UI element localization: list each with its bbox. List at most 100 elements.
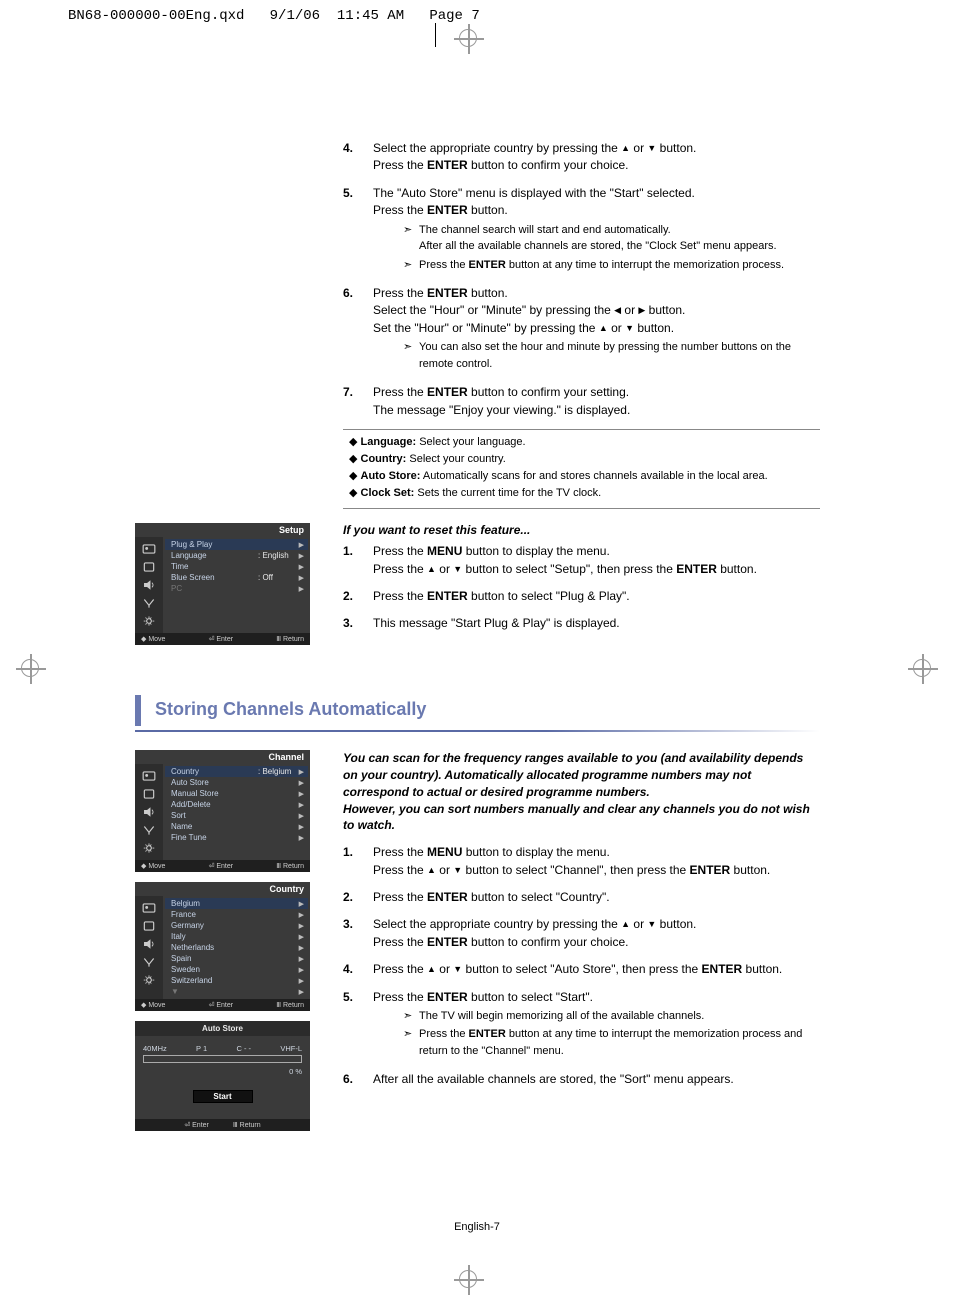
step-body: Press the ENTER button to select "Start"… <box>373 989 820 1062</box>
step-line: Press the ▲ or ▼ button to select "Setup… <box>373 561 757 578</box>
step-line: Select the appropriate country by pressi… <box>373 916 696 933</box>
caret-right-icon: ▶ <box>298 801 304 809</box>
step-line: Select the appropriate country by pressi… <box>373 140 696 157</box>
caret-right-icon: ▶ <box>298 552 304 560</box>
step-note-text: The TV will begin memorizing all of the … <box>419 1008 704 1025</box>
register-mark-right <box>908 654 938 684</box>
osd-foot-enter: ⏎ Enter <box>209 862 234 870</box>
caret-right-icon: ▶ <box>298 977 304 985</box>
step-line: After all the available channels are sto… <box>373 1071 734 1088</box>
reset-heading: If you want to reset this feature... <box>343 523 820 537</box>
caret-right-icon: ▶ <box>298 933 304 941</box>
osd-row: Switzerland ▶ <box>165 975 308 986</box>
osd-row: Netherlands▶ <box>165 942 308 953</box>
osd-row: Time▶ <box>165 561 308 572</box>
page-prefix: Page <box>429 8 463 24</box>
osd-row-value: : Off <box>258 573 298 582</box>
osd-row-label: Blue Screen <box>171 573 258 582</box>
osd-row-label: Spain <box>171 954 258 963</box>
osd-row-label: France <box>171 910 258 919</box>
page-number: 7 <box>471 8 479 24</box>
osd-row: Manual Store▶ <box>165 788 308 799</box>
osd-auto-freq: 40MHz <box>143 1044 167 1053</box>
step-item: 1.Press the MENU button to display the m… <box>343 844 820 879</box>
osd-footer: ⏎ EnterⅢ Return <box>135 1119 310 1131</box>
caret-right-icon: ▶ <box>298 922 304 930</box>
osd-auto-start-button: Start <box>193 1090 253 1103</box>
reset-steps: 1.Press the MENU button to display the m… <box>343 543 820 633</box>
step-line: This message "Start Plug & Play" is disp… <box>373 615 620 632</box>
step-number: 1. <box>343 844 373 879</box>
caret-right-icon: ▶ <box>298 812 304 820</box>
step-note-text: The channel search will start and end au… <box>419 222 777 255</box>
note-arrow-icon: ➣ <box>403 257 419 274</box>
sound-icon <box>142 920 156 932</box>
step-number: 4. <box>343 961 373 978</box>
file-date: 9/1/06 <box>270 8 320 24</box>
register-mark-top <box>454 24 484 54</box>
step-number: 4. <box>343 140 373 175</box>
osd-icon-rail <box>135 537 163 633</box>
step-line: Press the MENU button to display the men… <box>373 844 770 861</box>
section2-body: Channel Country: Belgium▶Auto Store▶Manu… <box>135 750 820 1131</box>
osd-row: Add/Delete▶ <box>165 799 308 810</box>
osd-row-label: ▼ <box>171 987 258 996</box>
osd-rows: Belgium▶France▶Germany▶Italy▶Netherlands… <box>163 896 310 999</box>
step-item: 2.Press the ENTER button to select "Coun… <box>343 889 820 906</box>
osd-row: Country: Belgium▶ <box>165 766 308 777</box>
osd-auto-store: Auto Store40MHzP 1C - -VHF-L0 %Start⏎ En… <box>135 1021 310 1131</box>
gear-icon <box>142 974 156 986</box>
step-number: 2. <box>343 889 373 906</box>
step-item: 5.Press the ENTER button to select "Star… <box>343 989 820 1062</box>
osd-title: Country <box>135 882 310 896</box>
step-number: 7. <box>343 384 373 419</box>
osd-title: Channel <box>135 750 310 764</box>
step-item: 2.Press the ENTER button to select "Plug… <box>343 588 820 605</box>
osd-row: Auto Store▶ <box>165 777 308 788</box>
step-body: Press the ENTER button to select "Plug &… <box>373 588 630 605</box>
step-number: 6. <box>343 1071 373 1088</box>
osd-row-label: Fine Tune <box>171 833 258 842</box>
picture-icon <box>142 543 156 555</box>
caret-right-icon: ▶ <box>298 574 304 582</box>
osd-row-label: PC <box>171 584 258 593</box>
definition-bullets: ◆ Language: Select your language.◆ Count… <box>343 429 820 509</box>
osd-row-label: Switzerland <box>171 976 258 985</box>
caret-right-icon: ▶ <box>298 900 304 908</box>
page-content: 4.Select the appropriate country by pres… <box>135 140 820 1131</box>
section-heading: Storing Channels Automatically <box>155 695 426 726</box>
step-body: Press the ENTER button to select "Countr… <box>373 889 610 906</box>
step-body: Press the ENTER button to confirm your s… <box>373 384 630 419</box>
step-note-row: ➣The TV will begin memorizing all of the… <box>403 1008 820 1025</box>
step-line: Press the ENTER button. <box>373 202 784 219</box>
step-item: 1.Press the MENU button to display the m… <box>343 543 820 578</box>
osd-country-menu: Country Belgium▶France▶Germany▶Italy▶Net… <box>135 882 310 1011</box>
caret-right-icon: ▶ <box>298 911 304 919</box>
note-arrow-icon: ➣ <box>403 339 419 356</box>
osd-setup-menu: Setup Plug & Play▶Language: English▶Time… <box>135 523 310 645</box>
page: { "header": { "file": "BN68-000000-00Eng… <box>0 0 954 1313</box>
osd-row: PC ▶ <box>165 583 308 594</box>
caret-right-icon: ▶ <box>298 585 304 593</box>
osd-auto-percent: 0 % <box>143 1067 302 1076</box>
caret-right-icon: ▶ <box>298 563 304 571</box>
caret-right-icon: ▶ <box>298 541 304 549</box>
osd-row-label: Country <box>171 767 258 776</box>
step-item: 4.Press the ▲ or ▼ button to select "Aut… <box>343 961 820 978</box>
osd-footer: ◆ Move⏎ EnterⅢ Return <box>135 999 310 1011</box>
step-line: Press the MENU button to display the men… <box>373 543 757 560</box>
osd-foot-move: ◆ Move <box>141 635 165 643</box>
step-line: Press the ▲ or ▼ button to select "Chann… <box>373 862 770 879</box>
osd-row-value: : English <box>258 551 298 560</box>
osd-row: Belgium▶ <box>165 898 308 909</box>
osd-row: Italy▶ <box>165 931 308 942</box>
step-body: After all the available channels are sto… <box>373 1071 734 1088</box>
osd-rows: Country: Belgium▶Auto Store▶Manual Store… <box>163 764 310 860</box>
osd-title: Auto Store <box>135 1021 310 1036</box>
step-item: 3.Select the appropriate country by pres… <box>343 916 820 951</box>
osd-row: Germany▶ <box>165 920 308 931</box>
osd-row: France ▶ <box>165 909 308 920</box>
osd-row-value: : Belgium <box>258 767 298 776</box>
osd-icon-rail <box>135 764 163 860</box>
step-notes: ➣The TV will begin memorizing all of the… <box>373 1008 820 1060</box>
